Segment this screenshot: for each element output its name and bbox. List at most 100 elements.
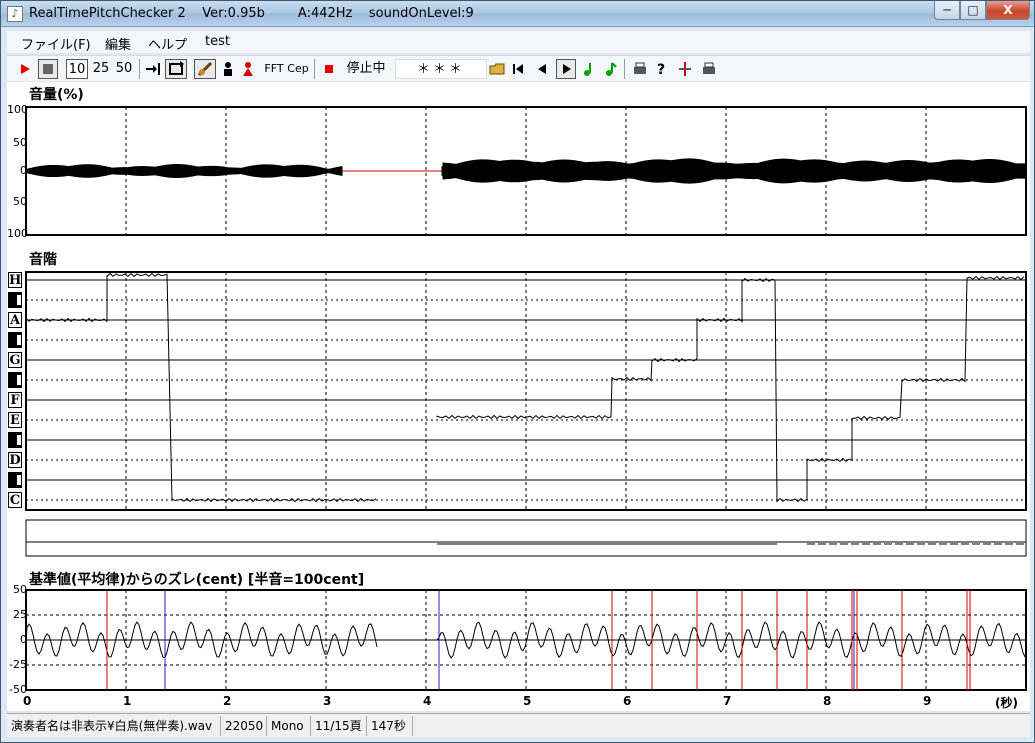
next-button[interactable]	[556, 59, 576, 79]
prev-button[interactable]	[534, 59, 550, 79]
time-tick: 4	[423, 694, 432, 708]
black-key	[8, 292, 22, 308]
app-icon: ♪	[7, 6, 23, 22]
person-red-button[interactable]	[240, 59, 256, 79]
status-page: 11/15頁	[311, 716, 367, 736]
deviation-tick: 25	[13, 608, 27, 621]
record-icon	[325, 65, 333, 73]
print-button[interactable]	[631, 59, 649, 79]
title-bar[interactable]: ♪ RealTimePitchChecker 2 Ver:0.95b A:442…	[1, 1, 1034, 27]
fft-button[interactable]: FFT	[263, 59, 285, 79]
time-tick: 2	[223, 694, 232, 708]
onset-frame	[25, 519, 1027, 557]
black-key	[8, 432, 22, 448]
status-duration: 147秒	[367, 716, 413, 736]
volume-tick: 0	[20, 164, 27, 177]
volume-tick: 100	[7, 227, 28, 240]
time-tick: 7	[723, 694, 732, 708]
time-tick: 6	[623, 694, 632, 708]
minimize-button[interactable]: ─	[934, 1, 960, 20]
speed-25-button[interactable]: 25	[91, 59, 111, 79]
printer-alt-icon	[703, 62, 715, 74]
menu-edit[interactable]: 編集	[105, 34, 131, 53]
play-icon	[21, 64, 30, 74]
time-tick: 0	[23, 694, 32, 708]
deviation-tick: 0	[20, 633, 27, 646]
scale-frame	[25, 271, 1027, 511]
maximize-button[interactable]: □	[960, 1, 986, 20]
note-label-e: E	[8, 412, 22, 428]
volume-waveform	[26, 158, 1026, 184]
toolbar-separator	[314, 59, 315, 79]
loop-button[interactable]	[165, 59, 187, 79]
status-file: 演奏者名は非表示¥白鳥(無伴奏).wav	[7, 716, 221, 736]
pitch-trace	[25, 272, 1025, 503]
window-controls: ─ □ X	[934, 1, 1030, 21]
note-label-h: H	[8, 272, 22, 288]
note-button[interactable]	[581, 59, 597, 79]
menu-bar: ファイル(F) 編集 ヘルプ test	[7, 31, 1030, 53]
marker-button[interactable]	[676, 59, 694, 79]
jump-end-button[interactable]	[144, 59, 162, 79]
folder-open-icon	[489, 63, 505, 75]
app-window: ♪ RealTimePitchChecker 2 Ver:0.95b A:442…	[0, 0, 1035, 743]
speed-10-button[interactable]: 10	[66, 59, 88, 79]
state-label: 停止中	[346, 61, 386, 76]
play-button[interactable]	[17, 59, 33, 79]
volume-tick: 50	[13, 195, 27, 208]
time-tick: 8	[823, 694, 832, 708]
black-key	[8, 372, 22, 388]
stop-button[interactable]	[38, 59, 58, 79]
deviation-tick: -25	[9, 658, 27, 671]
menu-test[interactable]: test	[205, 34, 230, 49]
toolbar: 10 25 50 FFT Cep 停止中 ＊＊＊ ?	[7, 55, 1030, 81]
note-label-g: G	[8, 352, 22, 368]
status-rate: 22050	[221, 716, 267, 736]
note-label-a: A	[8, 312, 22, 328]
marker-icon	[679, 62, 691, 76]
help-icon: ?	[657, 62, 665, 78]
speed-50-button[interactable]: 50	[114, 59, 134, 79]
loop-icon	[169, 61, 184, 75]
record-indicator	[322, 59, 336, 79]
prev-icon	[538, 64, 546, 74]
printer-icon	[634, 62, 646, 74]
black-key	[8, 472, 22, 488]
menu-file[interactable]: ファイル(F)	[21, 34, 91, 53]
instrument-button[interactable]	[194, 59, 216, 79]
help-button[interactable]: ?	[654, 59, 670, 79]
menu-help[interactable]: ヘルプ	[148, 34, 187, 53]
value-display: ＊＊＊	[395, 59, 487, 79]
skip-start-icon	[513, 64, 523, 74]
volume-tick: 50	[13, 136, 27, 149]
note-alt-button[interactable]	[603, 59, 619, 79]
volume-tick: 100	[7, 103, 28, 116]
volume-panel-title: 音量(%)	[29, 87, 84, 103]
scale-panel-title: 音階	[29, 252, 57, 268]
toolbar-separator	[139, 59, 140, 79]
open-button[interactable]	[488, 59, 506, 79]
person-icon	[224, 62, 232, 76]
first-button[interactable]	[510, 59, 526, 79]
status-bar: 演奏者名は非表示¥白鳥(無伴奏).wav 22050 Mono 11/15頁 1…	[7, 713, 1030, 737]
close-button[interactable]: X	[986, 1, 1030, 20]
print-alt-button[interactable]	[700, 59, 718, 79]
music-note-icon	[584, 63, 591, 76]
black-key	[8, 332, 22, 348]
deviation-tick: 50	[13, 583, 27, 596]
window-title: RealTimePitchChecker 2 Ver:0.95b A:442Hz…	[29, 6, 474, 21]
violin-icon	[197, 61, 213, 77]
note-label-d: D	[8, 452, 22, 468]
arrow-to-bar-icon	[146, 63, 160, 75]
note-label-c: C	[8, 492, 22, 508]
time-tick: 9	[923, 694, 932, 708]
cep-button[interactable]: Cep	[287, 59, 309, 79]
person-button[interactable]	[220, 59, 236, 79]
next-icon	[563, 64, 571, 74]
svg-text:?: ?	[657, 62, 665, 78]
time-tick: 5	[523, 694, 532, 708]
graph-area[interactable]: 音量(%) 100 50 0 50 100 音階 H A G F E D C 基…	[7, 82, 1030, 711]
time-unit-label: (秒)	[995, 696, 1018, 710]
music-note-alt-icon	[606, 62, 617, 76]
status-channels: Mono	[267, 716, 311, 736]
